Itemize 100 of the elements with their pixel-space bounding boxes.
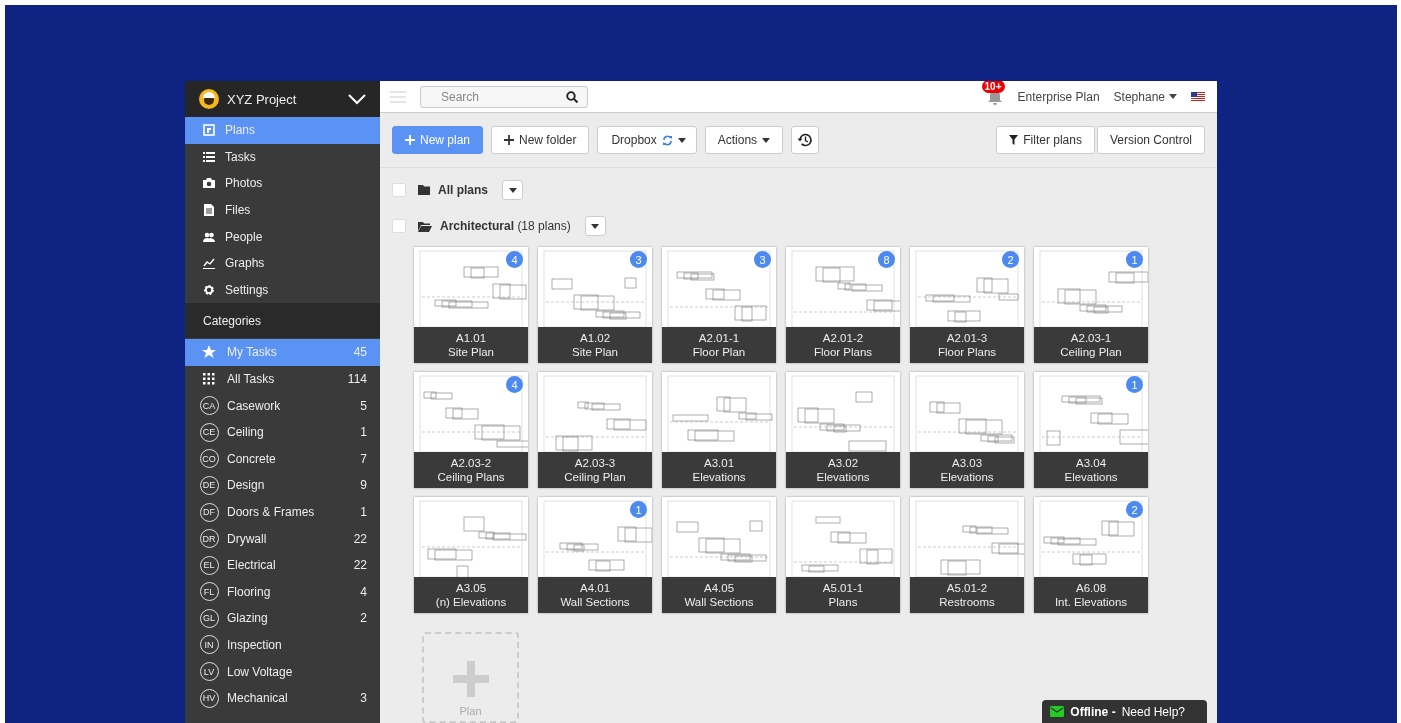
category-item[interactable]: GL Glazing 2 (185, 605, 380, 632)
plan-code: A3.04 (1075, 456, 1107, 471)
plan-thumbnail[interactable]: A3.03 Elevations (910, 372, 1024, 489)
plan-code: A2.03-3 (574, 456, 616, 471)
sync-icon (661, 134, 673, 146)
plan-code: A2.03-2 (450, 456, 492, 471)
category-item[interactable]: CE Ceiling 1 (185, 418, 380, 446)
caret-icon (591, 223, 600, 229)
category-item[interactable]: HV Mechanical 3 (185, 684, 380, 712)
plan-title: Floor Plan (692, 345, 746, 360)
dropdown-button[interactable] (502, 180, 523, 201)
nav-item[interactable]: People (185, 223, 380, 250)
dropbox-button[interactable]: Dropbox (597, 126, 697, 155)
plan-thumbnail[interactable]: A3.04 Elevations 1 (1034, 372, 1148, 489)
category-item[interactable]: DE Design 9 (185, 472, 380, 499)
help-chat-button[interactable]: Offline - Need Help? (1042, 700, 1207, 723)
plan-code: A2.01-3 (946, 331, 988, 346)
caret-icon (1169, 94, 1177, 100)
category-item[interactable]: CO Concrete 7 (185, 445, 380, 473)
search-icon (566, 90, 578, 103)
checkbox[interactable] (392, 183, 406, 198)
plan-code: A1.01 (455, 331, 487, 346)
plan-title: Wall Sections (560, 595, 630, 610)
checkbox[interactable] (392, 219, 406, 234)
chevron-down-icon (348, 93, 366, 105)
plan-link[interactable]: Enterprise Plan (1017, 89, 1100, 104)
category-item[interactable]: IN Inspection (185, 631, 380, 659)
plan-thumbnail[interactable]: A3.01 Elevations (662, 372, 776, 489)
menu-icon (390, 90, 406, 103)
category-item[interactable]: EL Electrical 22 (185, 551, 380, 579)
plan-title: Site Plan (572, 345, 618, 360)
plan-thumbnail[interactable]: A2.01-2 Floor Plans 8 (786, 247, 900, 364)
plan-title: Ceiling Plans (437, 470, 505, 485)
folder-icon (418, 185, 430, 196)
plan-title: (n) Elevations (435, 595, 507, 610)
plan-thumbnail[interactable]: A1.02 Site Plan 3 (538, 247, 652, 364)
category-item[interactable]: LV Low Voltage (185, 658, 380, 685)
plan-title: Wall Sections (684, 595, 754, 610)
plan-code: A2.03-1 (1070, 331, 1112, 346)
actions-button[interactable]: Actions (704, 126, 784, 155)
nav-item[interactable]: Photos (185, 170, 380, 197)
category-item[interactable]: CA Casework 5 (185, 392, 380, 419)
line-chart-icon (203, 257, 215, 270)
people-icon (203, 230, 215, 243)
plan-thumbnail[interactable]: A2.01-1 Floor Plan 3 (662, 247, 776, 364)
project-name: XYZ Project (227, 91, 298, 107)
category-item[interactable]: All Tasks 114 (185, 365, 380, 393)
history-icon (797, 132, 814, 149)
plan-code: A4.01 (579, 581, 611, 596)
plan-thumbnail[interactable]: A3.02 Elevations (786, 372, 900, 489)
plan-thumbnail[interactable]: A4.01 Wall Sections 1 (538, 497, 652, 614)
us-flag-icon (1191, 91, 1205, 102)
plan-code: A3.03 (951, 456, 983, 471)
plan-thumbnail[interactable]: A5.01-1 Plans (786, 497, 900, 614)
nav-item[interactable]: Tasks (185, 143, 380, 171)
plan-thumbnail[interactable]: A1.01 Site Plan 4 (414, 247, 528, 364)
plan-code: A3.02 (827, 456, 859, 471)
plan-thumbnail[interactable]: A2.03-3 Ceiling Plan (538, 372, 652, 489)
plan-code: A3.05 (455, 581, 487, 596)
plan-title: Site Plan (448, 345, 494, 360)
grid-icon (203, 373, 215, 386)
filter-icon (1009, 135, 1019, 146)
plan-title: Restrooms (939, 595, 995, 610)
folder-name: Architectural (18 plans) (440, 219, 571, 234)
plan-code: A4.05 (703, 581, 735, 596)
nav-item[interactable]: Graphs (185, 249, 380, 277)
category-item[interactable]: DF Doors & Frames 1 (185, 498, 380, 526)
plan-code: A1.02 (579, 331, 611, 346)
category-item[interactable]: DR Drywall 22 (185, 525, 380, 552)
plan-thumbnail[interactable]: A6.08 Int. Elevations 2 (1034, 497, 1148, 614)
plan-code: A2.01-2 (822, 331, 864, 346)
caret-icon (508, 187, 517, 193)
nav-item[interactable]: Settings (185, 276, 380, 304)
document-icon (203, 204, 215, 217)
user-menu[interactable]: Stephane (1113, 89, 1177, 104)
plan-thumbnail[interactable]: A5.01-2 Restrooms (910, 497, 1024, 614)
version-control-button[interactable]: Version Control (1096, 126, 1205, 155)
history-button[interactable] (791, 126, 820, 155)
search-field[interactable]: Search (420, 85, 588, 108)
list-icon (203, 150, 215, 163)
plan-thumbnail[interactable]: A2.03-2 Ceiling Plans 4 (414, 372, 528, 489)
category-item[interactable]: FL Flooring 4 (185, 578, 380, 606)
plan-title: Elevations (940, 470, 994, 485)
logo-icon (199, 89, 219, 109)
plan-thumbnail[interactable]: A3.05 (n) Elevations (414, 497, 528, 614)
dropdown-button[interactable] (584, 216, 606, 237)
open-folder-icon (418, 220, 432, 232)
plan-title: Elevations (1064, 470, 1118, 485)
filter-plans-button[interactable]: Filter plans (996, 126, 1095, 155)
new-folder-button[interactable]: New folder (491, 126, 590, 155)
plan-thumbnail[interactable]: A4.05 Wall Sections (662, 497, 776, 614)
plan-code: A6.08 (1075, 581, 1107, 596)
plan-code: A2.01-1 (698, 331, 740, 346)
plan-thumbnail[interactable]: A2.01-3 Floor Plans 2 (910, 247, 1024, 364)
plan-code: A5.01-2 (946, 581, 988, 596)
plan-thumbnail[interactable]: A2.03-1 Ceiling Plan 1 (1034, 247, 1148, 364)
envelope-icon (1050, 706, 1065, 717)
plans-icon (203, 124, 215, 137)
caret-icon (762, 137, 771, 143)
nav-item[interactable]: Files (185, 196, 380, 224)
